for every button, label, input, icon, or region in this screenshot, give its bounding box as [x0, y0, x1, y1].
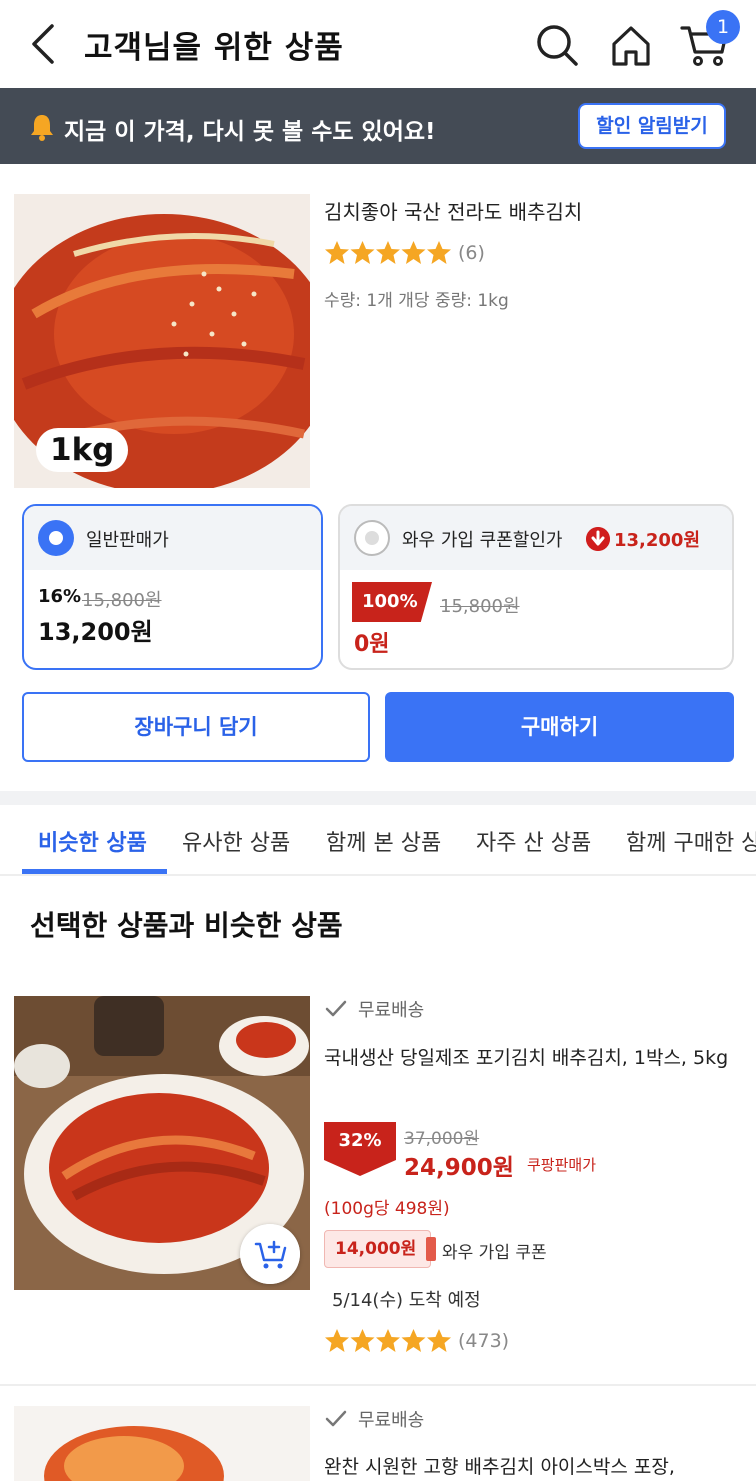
back-arrow-icon[interactable]: [24, 20, 64, 68]
listing-name[interactable]: 국내생산 당일제조 포기김치 배추김치, 1박스, 5kg: [324, 1042, 744, 1074]
discount-rate: 16%: [38, 586, 82, 607]
listing-separator: [0, 1384, 756, 1386]
tab-similar[interactable]: 비슷한 상품: [38, 825, 147, 857]
check-icon: [325, 1410, 347, 1427]
tab-viewed-together[interactable]: 함께 본 상품: [326, 825, 441, 857]
weight-badge: 1kg: [36, 428, 129, 472]
option-title: 와우 가입 쿠폰할인가: [402, 530, 563, 551]
original-price: 37,000원: [404, 1129, 480, 1149]
review-count[interactable]: (473): [458, 1330, 509, 1352]
free-shipping-label: 무료배송: [324, 996, 424, 1022]
free-shipping-label: 무료배송: [324, 1406, 424, 1432]
banner-text: 지금 이 가격, 다시 못 볼 수도 있어요!: [64, 119, 436, 145]
listing-name[interactable]: 완찬 시원한 고향 배추김치 아이스박스 포장,: [324, 1452, 756, 1479]
original-price: 15,800원: [82, 590, 162, 611]
unit-price: (100g당 498원): [324, 1199, 450, 1219]
star-icon: [325, 1329, 451, 1352]
active-tab-indicator: [22, 869, 167, 874]
add-to-cart-button[interactable]: 장바구니 담기: [22, 692, 370, 762]
section-divider: [0, 791, 756, 805]
sale-price: 24,900원: [404, 1155, 514, 1181]
page-title: 고객님을 위한 상품: [84, 30, 344, 66]
tab-alike[interactable]: 유사한 상품: [182, 825, 290, 857]
discount-badge-label: 32%: [338, 1130, 382, 1151]
free-shipping-text: 무료배송: [358, 1410, 425, 1431]
option-wow-coupon-price[interactable]: 와우 가입 쿠폰할인가 13,200원 100% 15,800원 0원: [338, 504, 734, 670]
original-price: 15,800원: [440, 596, 520, 617]
tab-bought-together[interactable]: 함께 구매한 상품: [626, 825, 756, 857]
kimchi-box-image: [14, 1406, 310, 1481]
bell-icon: [31, 115, 53, 141]
home-icon[interactable]: [608, 22, 654, 68]
add-to-cart-icon[interactable]: [240, 1224, 300, 1284]
listing-image[interactable]: [14, 996, 310, 1290]
product-quantity-info: 수량: 1개 개당 중량: 1kg: [324, 291, 509, 311]
product-name[interactable]: 김치좋아 국산 전라도 배추김치: [324, 196, 582, 225]
radio-unselected-icon[interactable]: [354, 520, 390, 556]
delivery-date: 5/14(수) 도착 예정: [332, 1290, 481, 1311]
price-alert-button[interactable]: 할인 알림받기: [578, 103, 726, 149]
discount-badge: 100%: [352, 582, 432, 622]
price-alert-banner: 지금 이 가격, 다시 못 볼 수도 있어요! 할인 알림받기: [0, 88, 756, 164]
star-icon: [325, 241, 451, 264]
option-header: 일반판매가: [24, 506, 321, 570]
coupon-price-chip: 14,000원: [324, 1230, 437, 1268]
app-header: 고객님을 위한 상품 1: [0, 0, 756, 88]
section-title: 선택한 상품과 비슷한 상품: [30, 909, 343, 942]
option-header: 와우 가입 쿠폰할인가 13,200원: [340, 506, 732, 570]
recommendation-tabs: 비슷한 상품 유사한 상품 함께 본 상품 자주 산 상품 함께 구매한 상품: [0, 805, 756, 876]
arrow-down-circle-icon: [586, 527, 610, 551]
seller-label: 쿠팡판매가: [527, 1156, 597, 1174]
cart-count-badge: 1: [706, 10, 740, 44]
coupon-price: 0원: [354, 632, 390, 657]
buy-now-button[interactable]: 구매하기: [385, 692, 734, 762]
check-icon: [325, 1000, 347, 1017]
product-rating: (6): [324, 240, 485, 266]
radio-selected-icon[interactable]: [38, 520, 74, 556]
review-count[interactable]: (6): [458, 242, 485, 264]
product-image: 1kg: [14, 194, 310, 488]
option-title: 일반판매가: [86, 530, 169, 551]
listing-rating: (473): [324, 1328, 509, 1354]
coupon-label: 와우 가입 쿠폰: [442, 1243, 547, 1263]
listing-image[interactable]: [14, 1406, 310, 1481]
search-icon[interactable]: [534, 22, 580, 68]
coupon-drop-price: 13,200원: [614, 530, 701, 551]
free-shipping-text: 무료배송: [358, 1000, 425, 1021]
sale-price: 13,200원: [38, 618, 153, 646]
tab-frequently-bought[interactable]: 자주 산 상품: [476, 825, 591, 857]
option-regular-price[interactable]: 일반판매가 16% 15,800원 13,200원: [22, 504, 323, 670]
